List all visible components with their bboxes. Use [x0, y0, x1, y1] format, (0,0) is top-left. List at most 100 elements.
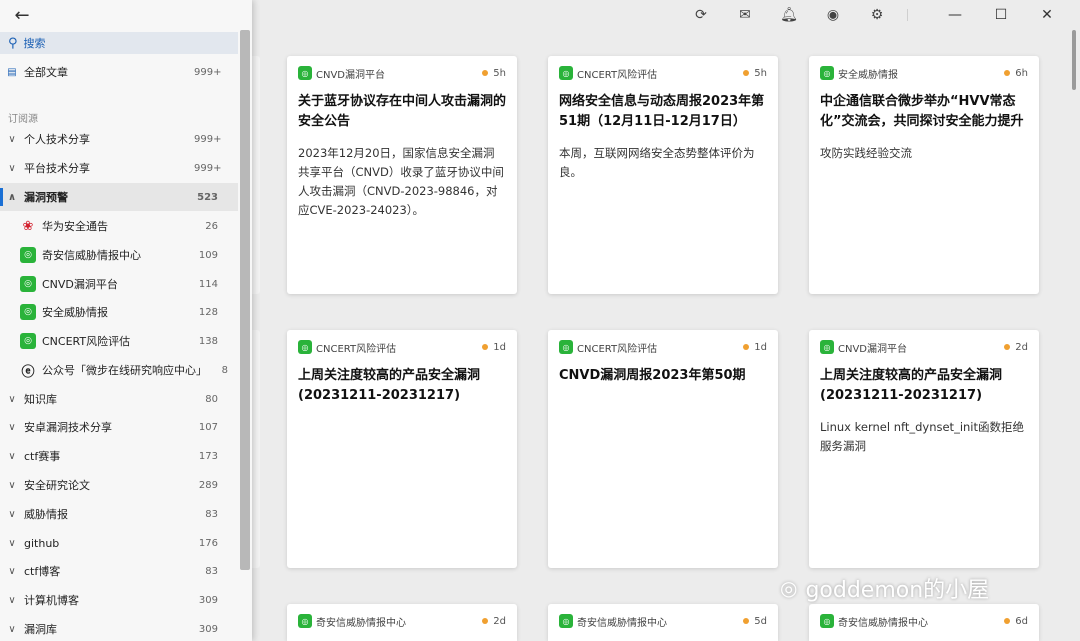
card-source: 奇安信威胁情报中心 — [316, 617, 406, 629]
unread-dot — [1004, 70, 1011, 76]
group-count: 523 — [197, 191, 218, 203]
all-articles-count: 999+ — [194, 66, 222, 78]
card-source: CNCERT风险评估 — [577, 69, 658, 81]
group-count: 173 — [198, 450, 218, 462]
wechat-icon: ◎ — [20, 247, 36, 263]
card-title: 关于蓝牙协议存在中间人攻击漏洞的安全公告 — [298, 94, 507, 129]
feed-label: 奇安信威胁情报中心 — [42, 249, 141, 262]
group-item[interactable]: ∨ ctf博客 83 — [0, 557, 238, 585]
group-label: 安卓漏洞技术分享 — [24, 421, 112, 434]
feed-label: 公众号「微步在线研究响应中心」 — [42, 364, 204, 377]
card-description: 本周，互联网网络安全态势整体评价为良。 — [559, 146, 755, 179]
group-item[interactable]: ∨ 威胁情报 83 — [0, 500, 238, 528]
unread-dot — [482, 618, 489, 624]
group-item[interactable]: ∨ 安卓漏洞技术分享 107 — [0, 413, 238, 441]
article-card[interactable]: ◎ 奇安信威胁情报中心 6d — [809, 604, 1039, 641]
article-card[interactable]: ◎ CNCERT风险评估 1d CNVD漏洞周报2023年第50期 — [548, 330, 778, 568]
card-time: 2d — [1015, 341, 1028, 353]
card-time: 5h — [754, 67, 767, 79]
feed-item[interactable]: ❀ 华为安全通告 26 — [0, 212, 238, 240]
unread-dot — [743, 618, 750, 624]
feed-label: CNVD漏洞平台 — [42, 278, 118, 291]
chevron-down-icon[interactable]: ∨ — [0, 538, 24, 549]
all-articles-item[interactable]: ▤ 全部文章 999+ — [0, 58, 238, 86]
article-card[interactable]: ◎ CNCERT风险评估 5h 网络安全信息与动态周报2023年第51期（12月11… — [548, 56, 778, 294]
group-item[interactable]: ∨ 平台技术分享 999+ — [0, 154, 238, 182]
chevron-down-icon[interactable]: ∨ — [0, 509, 24, 520]
card-time: 1d — [493, 341, 506, 353]
back-arrow-icon[interactable]: ← — [10, 4, 34, 26]
card-description: Linux kernel nft_dynset_init函数拒绝服务漏洞 — [820, 420, 1025, 453]
card-source: CNCERT风险评估 — [316, 343, 397, 355]
notification-bell-icon[interactable]: 🔔︎ — [767, 0, 811, 30]
minimize-button[interactable]: — — [932, 0, 978, 30]
refresh-icon[interactable]: ⟳ — [679, 0, 723, 30]
card-time: 6d — [1015, 615, 1028, 627]
group-label: 漏洞预警 — [24, 191, 68, 204]
group-count: 289 — [198, 479, 218, 491]
feed-item[interactable]: ⓔ 公众号「微步在线研究响应中心」 8 — [0, 356, 238, 384]
sidebar-scrollbar[interactable] — [240, 30, 250, 570]
article-card[interactable]: ◎ CNCERT风险评估 1d 上周关注度较高的产品安全漏洞(20231211-20… — [287, 330, 517, 568]
group-label: 平台技术分享 — [24, 162, 90, 175]
group-item[interactable]: ∨ ctf赛事 173 — [0, 442, 238, 470]
article-card[interactable]: ◎ 奇安信威胁情报中心 5d — [548, 604, 778, 641]
view-eye-icon[interactable]: ◉ — [811, 0, 855, 30]
group-item[interactable]: ∨ github 176 — [0, 529, 238, 557]
feed-item[interactable]: ◎ CNVD漏洞平台 114 — [0, 270, 238, 298]
feed-item[interactable]: ◎ 安全威胁情报 128 — [0, 298, 238, 326]
chevron-down-icon[interactable]: ∨ — [0, 394, 24, 405]
feed-item[interactable]: ◎ CNCERT风险评估 138 — [0, 327, 238, 355]
card-title: 网络安全信息与动态周报2023年第51期（12月11日-12月17日） — [559, 94, 765, 129]
wechat-icon: ◎ — [298, 340, 312, 354]
feed-count: 138 — [198, 335, 218, 347]
card-source: CNCERT风险评估 — [577, 343, 658, 355]
unread-dot — [482, 70, 489, 76]
chevron-down-icon[interactable]: ∨ — [0, 163, 24, 174]
mark-read-icon[interactable]: ✉ — [723, 0, 767, 30]
chevron-down-icon[interactable]: ∨ — [0, 566, 24, 577]
chevron-down-icon[interactable]: ∨ — [0, 480, 24, 491]
group-count: 999+ — [194, 162, 222, 174]
article-card[interactable]: ◎ 安全威胁情报 6h 中企通信联合微步举办“HVV常态化”交流会，共同探讨安全能力… — [809, 56, 1039, 294]
maximize-button[interactable]: ☐ — [978, 0, 1024, 30]
article-card[interactable]: ◎ CNVD漏洞平台 5h 关于蓝牙协议存在中间人攻击漏洞的安全公告 2023年12… — [287, 56, 517, 294]
feed-label: 安全威胁情报 — [42, 306, 108, 319]
article-card[interactable]: ◎ 奇安信威胁情报中心 2d — [287, 604, 517, 641]
wechat-icon: ◎ — [20, 276, 36, 292]
group-item[interactable]: ∨ 计算机博客 309 — [0, 586, 238, 614]
feed-count: 128 — [198, 306, 218, 318]
card-title: 中企通信联合微步举办“HVV常态化”交流会，共同探讨安全能力提升 — [820, 94, 1024, 129]
group-label: 知识库 — [24, 393, 57, 406]
group-item[interactable]: ∨ 知识库 80 — [0, 385, 238, 413]
settings-gear-icon[interactable]: ⚙ — [855, 0, 899, 30]
unread-dot — [743, 70, 750, 76]
group-item[interactable]: ∨ 漏洞库 309 — [0, 615, 238, 641]
group-item-selected[interactable]: ∧ 漏洞预警 523 — [0, 183, 238, 211]
wechat-icon: ◎ — [20, 333, 36, 349]
group-item[interactable]: ∨ 安全研究论文 289 — [0, 471, 238, 499]
close-button[interactable]: ✕ — [1024, 0, 1070, 30]
chevron-down-icon[interactable]: ∨ — [0, 422, 24, 433]
chevron-down-icon[interactable]: ∨ — [0, 451, 24, 462]
chevron-down-icon[interactable]: ∨ — [0, 624, 24, 635]
feed-item[interactable]: ◎ 奇安信威胁情报中心 109 — [0, 241, 238, 269]
wechat-watermark-icon: ◎ — [780, 576, 798, 600]
card-source: 奇安信威胁情报中心 — [838, 617, 928, 629]
content-scrollbar[interactable] — [1072, 30, 1076, 90]
group-count: 176 — [198, 537, 218, 549]
card-time: 1d — [754, 341, 767, 353]
group-item[interactable]: ∨ 个人技术分享 999+ — [0, 125, 238, 153]
chevron-down-icon[interactable]: ∨ — [0, 134, 24, 145]
chevron-up-icon[interactable]: ∧ — [0, 192, 24, 203]
group-label: 威胁情报 — [24, 508, 68, 521]
search-button[interactable]: ⚲ 搜索 — [0, 32, 238, 54]
card-title: 上周关注度较高的产品安全漏洞(20231211-20231217) — [820, 368, 1003, 403]
card-time: 5h — [493, 67, 506, 79]
article-card[interactable]: ◎ CNVD漏洞平台 2d 上周关注度较高的产品安全漏洞(20231211-2023… — [809, 330, 1039, 568]
group-label: 安全研究论文 — [24, 479, 90, 492]
wechat-icon: ◎ — [820, 614, 834, 628]
card-description: 攻防实践经验交流 — [820, 146, 912, 160]
chevron-down-icon[interactable]: ∨ — [0, 595, 24, 606]
wechat-icon: ◎ — [820, 66, 834, 80]
